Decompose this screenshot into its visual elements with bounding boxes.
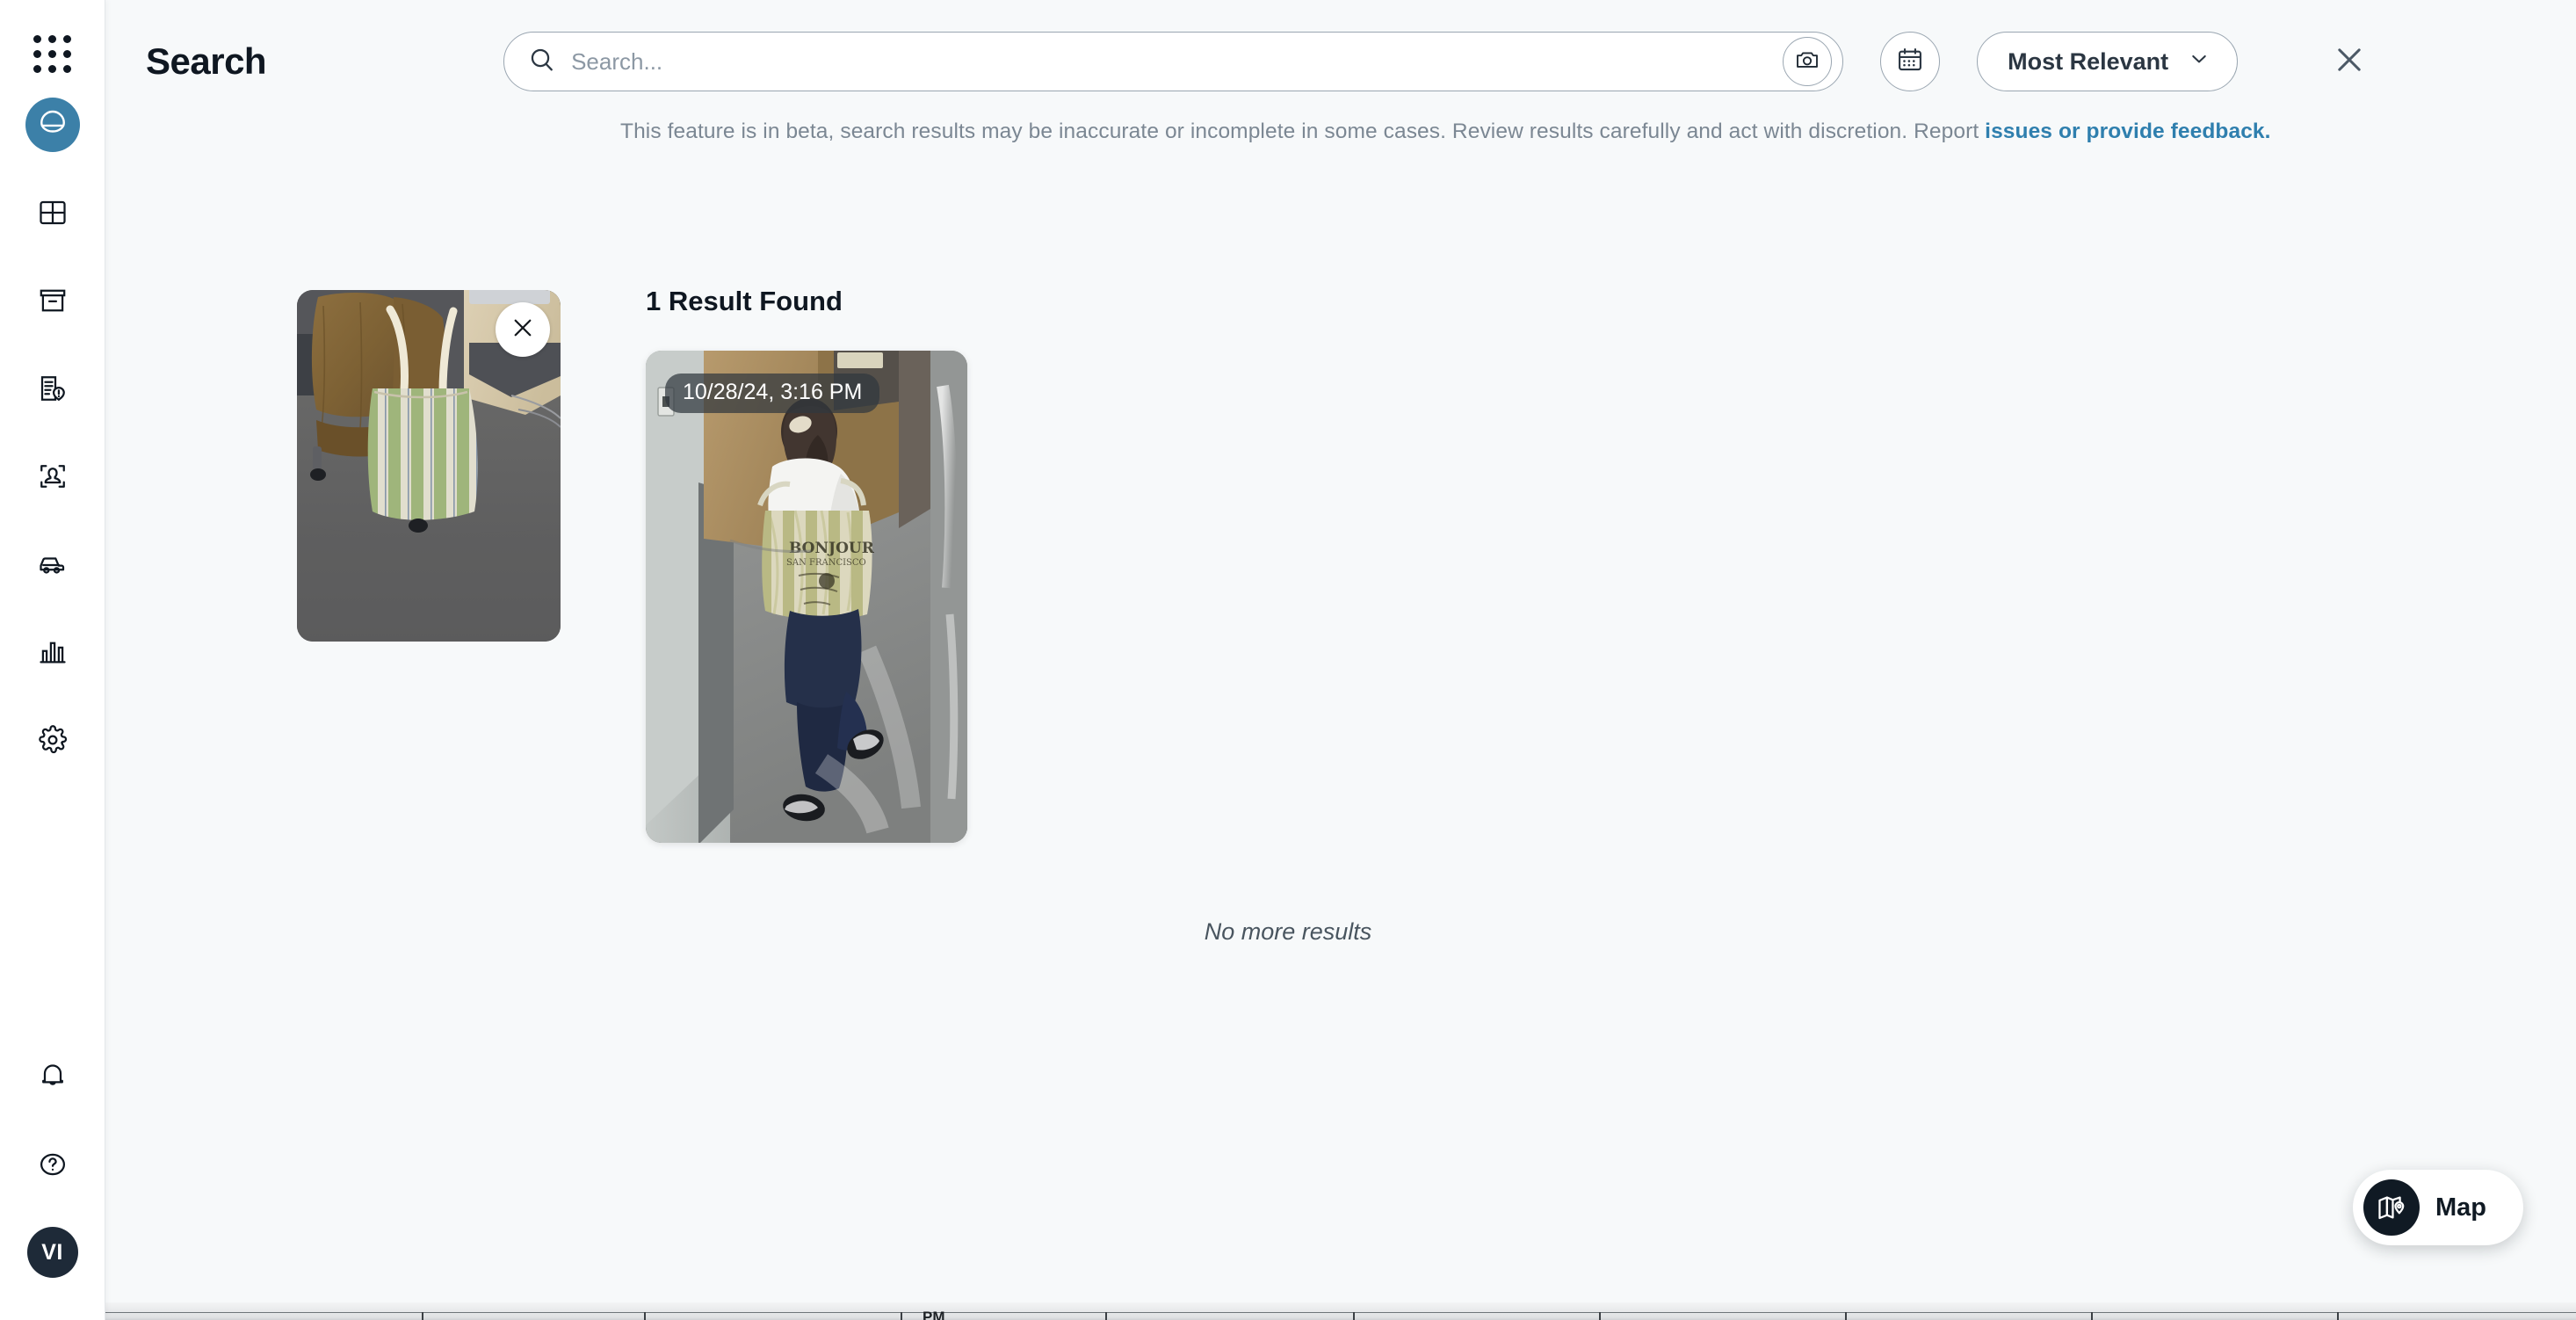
camera-search-button[interactable]	[1783, 37, 1832, 86]
timeline-label: PM	[923, 1309, 945, 1320]
sidebar-item-archive[interactable]	[25, 273, 80, 328]
remove-query-image-button[interactable]	[496, 302, 550, 357]
sort-dropdown[interactable]: Most Relevant	[1977, 32, 2238, 91]
sidebar-item-cameras[interactable]	[25, 98, 80, 152]
bar-chart-icon	[37, 636, 69, 668]
gear-icon	[37, 724, 69, 756]
avatar[interactable]: VI	[27, 1227, 78, 1278]
person-detect-icon	[37, 461, 69, 492]
svg-text:SAN FRANCISCO: SAN FRANCISCO	[786, 558, 866, 568]
map-pin-icon	[2363, 1179, 2420, 1236]
sidebar-nav	[25, 98, 80, 801]
main-content: Search	[105, 0, 2576, 1320]
document-alert-icon	[37, 373, 69, 404]
sidebar-item-analytics[interactable]	[25, 625, 80, 679]
close-icon	[510, 315, 536, 345]
sidebar-item-layouts[interactable]	[25, 185, 80, 240]
no-more-results: No more results	[0, 918, 2576, 946]
result-image: BONJOUR SAN FRANCISCO	[646, 351, 967, 843]
sidebar-bottom: VI	[25, 1048, 80, 1320]
query-image-pane	[105, 123, 483, 1320]
sidebar-item-vehicles[interactable]	[25, 537, 80, 591]
vehicle-detect-icon	[37, 548, 69, 580]
map-button[interactable]: Map	[2353, 1170, 2523, 1245]
archive-box-icon	[37, 285, 69, 316]
timeline-scrubber[interactable]: PM	[105, 1302, 2576, 1320]
sidebar-item-notifications[interactable]	[25, 1048, 80, 1102]
close-search-button[interactable]	[2324, 36, 2375, 87]
sidebar-item-help[interactable]	[25, 1137, 80, 1192]
sidebar-item-people[interactable]	[25, 449, 80, 504]
search-icon	[527, 45, 557, 79]
sidebar-item-cases[interactable]	[25, 361, 80, 416]
chevron-down-icon	[2188, 47, 2211, 76]
search-body: 1 Result Found	[105, 123, 2576, 1320]
grid-layout-icon	[37, 197, 69, 228]
camera-icon	[1794, 47, 1820, 77]
search-input[interactable]	[571, 48, 1783, 76]
svg-text:BONJOUR: BONJOUR	[789, 540, 875, 557]
map-button-label: Map	[2435, 1193, 2486, 1222]
page-title: Search	[146, 40, 266, 83]
calendar-icon	[1895, 45, 1925, 79]
dome-camera-icon	[37, 109, 69, 141]
sidebar-item-settings[interactable]	[25, 713, 80, 767]
query-image-thumbnail[interactable]	[297, 290, 561, 642]
sidebar: VI	[0, 0, 105, 1320]
sort-dropdown-label: Most Relevant	[2008, 48, 2168, 76]
search-box[interactable]	[503, 32, 1843, 91]
results-pane: 1 Result Found	[483, 123, 2576, 1320]
results-count: 1 Result Found	[646, 286, 2576, 317]
close-icon	[2331, 41, 2368, 83]
timeline-baseline	[105, 1312, 2576, 1314]
help-circle-icon	[37, 1149, 69, 1180]
search-page: VI Search	[0, 0, 2576, 1320]
top-bar: Search	[105, 0, 2576, 123]
apps-grid-icon[interactable]	[33, 35, 71, 73]
result-timestamp: 10/28/24, 3:16 PM	[665, 374, 879, 413]
result-card[interactable]: BONJOUR SAN FRANCISCO	[646, 351, 967, 843]
search-controls: Most Relevant	[503, 32, 2375, 91]
bell-icon	[37, 1059, 69, 1091]
calendar-button[interactable]	[1880, 32, 1940, 91]
